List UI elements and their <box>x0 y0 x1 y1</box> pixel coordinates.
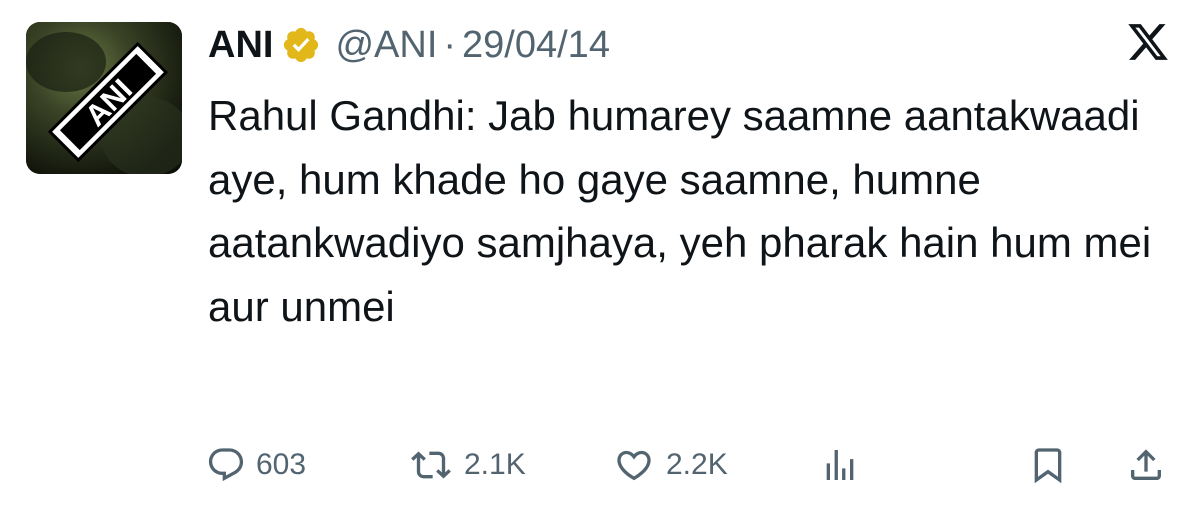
tweet-actions: 603 2.1K 2.2K <box>0 440 1200 490</box>
tweet-date[interactable]: 29/04/14 <box>462 24 610 67</box>
repost-button[interactable]: 2.1K <box>408 440 526 490</box>
reply-count: 603 <box>256 448 307 481</box>
bookmark-button[interactable] <box>1028 440 1068 490</box>
share-button[interactable] <box>1126 440 1166 490</box>
reply-icon <box>208 448 244 482</box>
tweet-header: ANI @ANI · 29/04/14 <box>208 20 610 70</box>
author-avatar[interactable]: ANI <box>26 22 182 174</box>
views-button[interactable] <box>820 440 860 490</box>
author-handle[interactable]: @ANI <box>335 24 437 67</box>
ani-logo: ANI <box>26 22 182 174</box>
x-logo-icon[interactable] <box>1126 20 1170 64</box>
like-count: 2.2K <box>666 448 728 481</box>
bookmark-icon <box>1034 448 1062 484</box>
header-separator: · <box>443 23 457 66</box>
repost-icon <box>411 451 451 479</box>
tweet-text: Rahul Gandhi: Jab humarey saamne aantakw… <box>208 92 1152 330</box>
author-name[interactable]: ANI <box>208 24 273 67</box>
heart-icon <box>617 450 651 481</box>
analytics-icon <box>826 450 854 480</box>
tweet-card[interactable]: ANI ANI @ANI · 29/04/14 Rahul Gandhi: Ja… <box>0 0 1200 517</box>
like-button[interactable]: 2.2K <box>612 440 728 490</box>
reply-button[interactable]: 603 <box>206 440 306 490</box>
repost-count: 2.1K <box>464 448 526 481</box>
verified-badge-icon[interactable] <box>281 25 321 65</box>
share-icon <box>1131 449 1161 480</box>
